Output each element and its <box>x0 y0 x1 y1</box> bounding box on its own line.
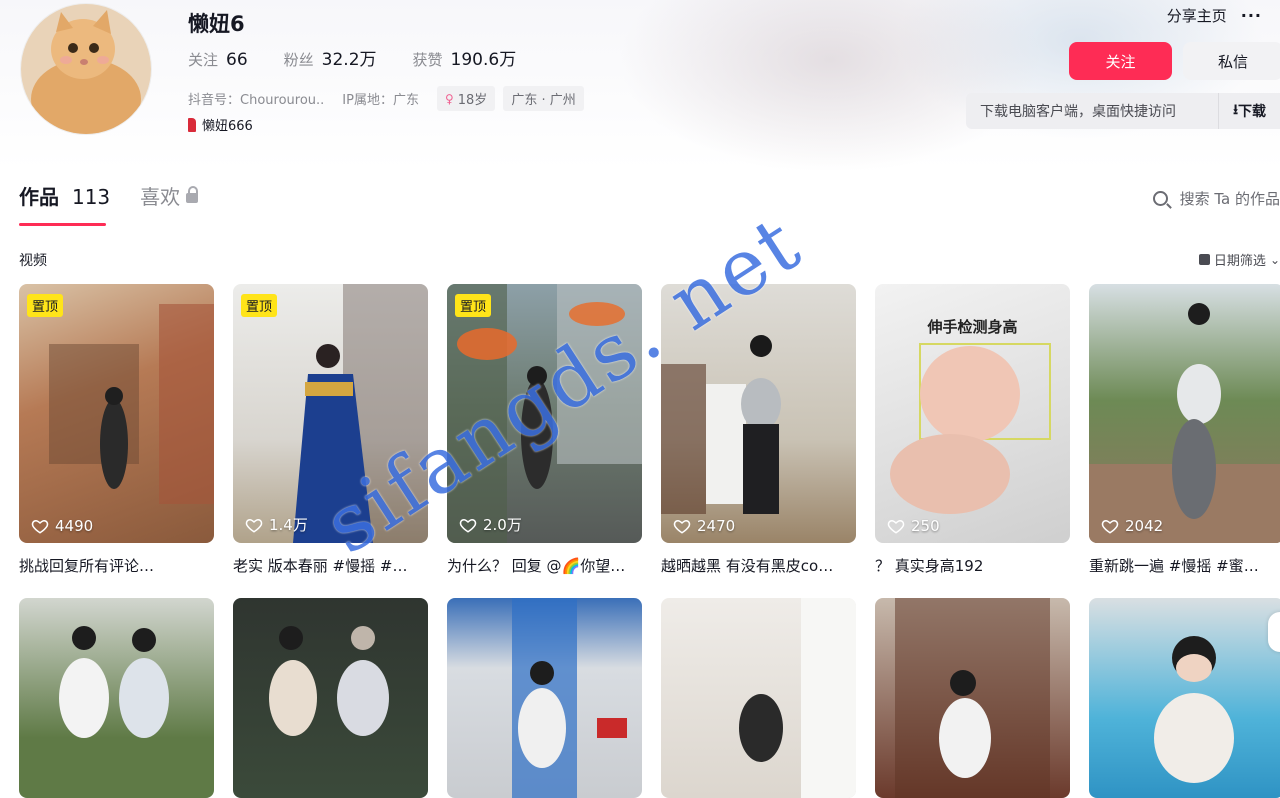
video-caption[interactable]: 越晒越黑 有没有黑皮co… <box>661 555 844 576</box>
region-chip: 广东 · 广州 <box>503 86 584 111</box>
fan-tag-icon <box>188 117 196 132</box>
likes-count: 1.4万 <box>269 516 308 534</box>
heart-icon <box>459 518 477 533</box>
video-likes: 4490 <box>31 517 93 535</box>
search-works-label: 搜索 Ta 的作品 <box>1179 190 1280 208</box>
heart-icon <box>887 519 905 534</box>
video-card[interactable]: 置顶 1.4万 老实 版本春丽 #慢摇 #… <box>233 284 428 576</box>
video-caption[interactable]: 挑战回复所有评论… <box>19 555 202 576</box>
video-caption[interactable]: 为什么？ 回复 @🌈你望… <box>447 555 630 576</box>
video-card[interactable] <box>1089 598 1280 798</box>
video-likes: 2470 <box>673 517 735 535</box>
scroll-next-handle[interactable] <box>1268 612 1280 652</box>
video-thumbnail[interactable] <box>1089 598 1280 798</box>
likes-received-count: 190.6万 <box>450 50 517 70</box>
active-tab-underline <box>19 223 106 226</box>
download-banner-text: 下载电脑客户端，桌面快捷访问 <box>980 104 1176 120</box>
likes-count: 250 <box>911 517 940 535</box>
video-overlay-text: 伸手检测身高 <box>927 318 1018 336</box>
video-thumbnail[interactable]: 置顶 4490 <box>19 284 214 543</box>
likes-count: 2470 <box>697 517 736 535</box>
date-filter-dropdown[interactable]: 日期筛选 ⌄ <box>1198 250 1280 269</box>
ip-location: IP属地：广东 <box>342 93 419 108</box>
fan-tag-label: 懒妞666 <box>202 119 253 134</box>
heart-icon <box>1101 519 1119 534</box>
tab-likes-label: 喜欢 <box>140 185 181 209</box>
followers-label[interactable]: 粉丝 <box>284 49 314 70</box>
tab-likes[interactable]: 喜欢 <box>140 181 199 226</box>
video-card[interactable]: 伸手检测身高 250 ？ 真实身高192 <box>875 284 1070 576</box>
video-thumbnail[interactable] <box>661 598 856 798</box>
video-likes: 250 <box>887 517 940 535</box>
download-button[interactable]: ⭳ 下载 <box>1218 93 1280 129</box>
video-card[interactable] <box>875 598 1070 798</box>
likes-received-label: 获赞 <box>412 51 443 69</box>
video-thumbnail[interactable]: 2470 <box>661 284 856 543</box>
video-thumbnail[interactable]: 伸手检测身高 250 <box>875 284 1070 543</box>
follow-button[interactable]: 关注 <box>1069 42 1172 80</box>
tab-works-label: 作品 <box>19 185 59 209</box>
search-works-input[interactable]: 搜索 Ta 的作品 <box>1152 188 1280 209</box>
profile-meta: 抖音号：Chourourou.. IP属地：广东 ♀ 18岁 广东 · 广州 <box>188 86 592 111</box>
pinned-badge: 置顶 <box>455 294 492 317</box>
profile-nickname: 懒妞6 <box>188 12 245 36</box>
download-client-banner: 下载电脑客户端，桌面快捷访问 ⭳ 下载 <box>966 93 1280 129</box>
share-profile-link[interactable]: 分享主页 <box>1167 5 1227 26</box>
profile-stats: 关注 66 粉丝 32.2万 获赞 190.6万 <box>188 45 552 70</box>
followers-count[interactable]: 32.2万 <box>322 45 377 70</box>
chevron-down-icon: ⌄ <box>1269 252 1280 267</box>
message-button[interactable]: 私信 <box>1183 42 1280 80</box>
pinned-badge: 置顶 <box>27 294 64 317</box>
likes-count: 4490 <box>55 517 94 535</box>
following-count[interactable]: 66 <box>226 50 248 70</box>
profile-tabs: 作品 113 喜欢 <box>19 181 199 226</box>
video-caption[interactable]: 老实 版本春丽 #慢摇 #… <box>233 555 416 576</box>
tab-works-count: 113 <box>71 185 111 209</box>
age-chip: ♀ 18岁 <box>436 86 496 111</box>
video-card[interactable] <box>233 598 428 798</box>
tab-works[interactable]: 作品 113 <box>19 181 110 226</box>
more-icon[interactable]: ··· <box>1241 6 1262 25</box>
likes-count: 2.0万 <box>483 516 522 534</box>
date-filter-label: 日期筛选 <box>1213 254 1266 269</box>
calendar-icon <box>1198 254 1210 265</box>
following-label[interactable]: 关注 <box>188 49 218 70</box>
video-thumbnail[interactable]: 置顶 2.0万 <box>447 284 642 543</box>
download-label: 下载 <box>1238 104 1266 120</box>
heart-icon <box>673 519 691 534</box>
female-icon: ♀ <box>444 91 454 106</box>
age-value: 18岁 <box>457 93 488 108</box>
avatar[interactable] <box>20 3 152 135</box>
video-likes: 2042 <box>1101 517 1163 535</box>
video-thumbnail[interactable] <box>447 598 642 798</box>
pinned-badge: 置顶 <box>241 294 278 317</box>
video-card[interactable]: 置顶 4490 挑战回复所有评论… <box>19 284 214 576</box>
video-thumbnail[interactable]: 2042 <box>1089 284 1280 543</box>
video-card[interactable]: 置顶 2.0万 为什么？ 回复 @🌈你望… <box>447 284 642 576</box>
section-label-videos: 视频 <box>19 253 47 269</box>
video-thumbnail[interactable] <box>19 598 214 798</box>
lock-icon <box>186 186 199 203</box>
video-card[interactable] <box>447 598 642 798</box>
video-thumbnail[interactable]: 置顶 1.4万 <box>233 284 428 543</box>
likes-count: 2042 <box>1125 517 1164 535</box>
video-caption[interactable]: 重新跳一遍 #慢摇 #蜜大… <box>1089 555 1272 576</box>
video-likes: 2.0万 <box>459 514 522 535</box>
video-thumbnail[interactable] <box>875 598 1070 798</box>
video-card[interactable] <box>19 598 214 798</box>
video-card[interactable]: 2470 越晒越黑 有没有黑皮co… <box>661 284 856 576</box>
video-card[interactable]: 2042 重新跳一遍 #慢摇 #蜜大… <box>1089 284 1280 576</box>
heart-icon <box>31 519 49 534</box>
video-likes: 1.4万 <box>245 514 308 535</box>
video-card[interactable] <box>661 598 856 798</box>
heart-icon <box>245 518 263 533</box>
top-right-actions: 分享主页 ··· <box>1167 5 1262 26</box>
video-thumbnail[interactable] <box>233 598 428 798</box>
fan-group-tag[interactable]: 懒妞666 <box>188 115 253 134</box>
search-icon <box>1152 191 1168 206</box>
douyin-id: 抖音号：Chourourou.. <box>188 93 325 108</box>
video-caption[interactable]: ？ 真实身高192 <box>875 555 1058 576</box>
